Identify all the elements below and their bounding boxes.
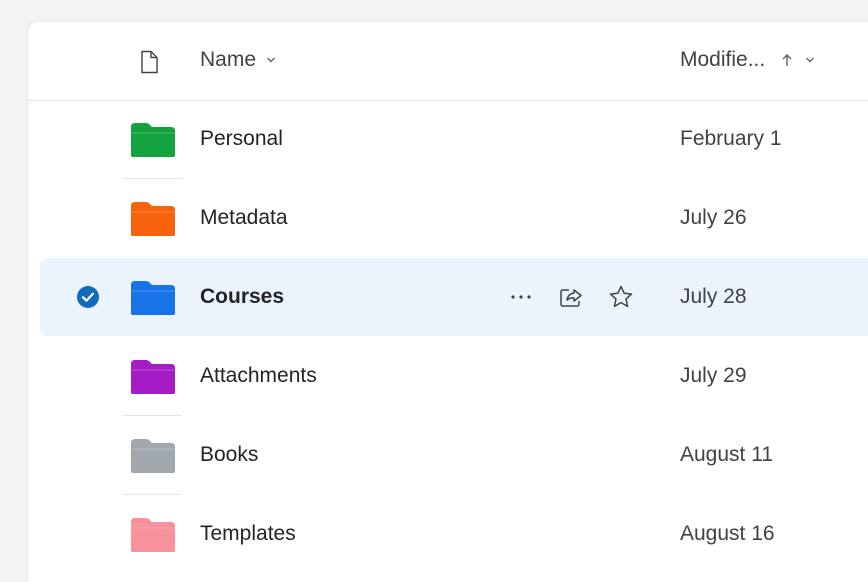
chevron-down-icon xyxy=(805,56,815,64)
list-item[interactable]: Books August 11 xyxy=(40,416,868,495)
row-actions xyxy=(505,281,637,313)
list-item[interactable]: Attachments July 29 xyxy=(40,337,868,416)
arrow-up-icon xyxy=(781,53,793,67)
list-item[interactable]: Templates August 16 xyxy=(40,495,868,573)
item-modified: July 28 xyxy=(680,285,747,308)
item-name[interactable]: Books xyxy=(200,443,258,467)
name-column-header[interactable]: Name xyxy=(200,48,276,72)
share-icon[interactable] xyxy=(555,281,587,313)
name-column-label: Name xyxy=(200,48,257,71)
star-icon[interactable] xyxy=(605,281,637,313)
list-item[interactable]: Metadata July 26 xyxy=(40,179,868,257)
list-item-selected[interactable]: Courses July 28 xyxy=(40,258,868,336)
list-item[interactable]: Personal February 1 xyxy=(40,100,868,179)
item-name[interactable]: Attachments xyxy=(200,364,317,388)
chevron-down-icon xyxy=(266,56,276,64)
folder-icon xyxy=(129,121,177,159)
item-name[interactable]: Metadata xyxy=(200,206,288,230)
folder-icon xyxy=(129,516,177,554)
item-name[interactable]: Templates xyxy=(200,522,296,546)
item-modified: July 26 xyxy=(680,206,747,229)
item-modified: July 29 xyxy=(680,364,747,387)
folder-icon xyxy=(129,279,177,317)
file-list-panel: Name Modifie... Personal February 1 Meta… xyxy=(28,22,868,582)
item-name[interactable]: Courses xyxy=(200,285,284,309)
item-modified: August 11 xyxy=(680,443,774,466)
item-modified: August 16 xyxy=(680,522,775,545)
item-name[interactable]: Personal xyxy=(200,127,283,151)
folder-icon xyxy=(129,200,177,238)
column-header: Name Modifie... xyxy=(28,22,868,101)
checkmark-circle-icon[interactable] xyxy=(76,285,100,309)
modified-column-header[interactable]: Modifie... xyxy=(680,48,815,72)
more-horizontal-icon[interactable] xyxy=(505,281,537,313)
file-type-icon[interactable] xyxy=(139,50,159,74)
item-modified: February 1 xyxy=(680,127,782,150)
folder-icon xyxy=(129,437,177,475)
modified-column-label: Modifie... xyxy=(680,48,766,71)
folder-icon xyxy=(129,358,177,396)
